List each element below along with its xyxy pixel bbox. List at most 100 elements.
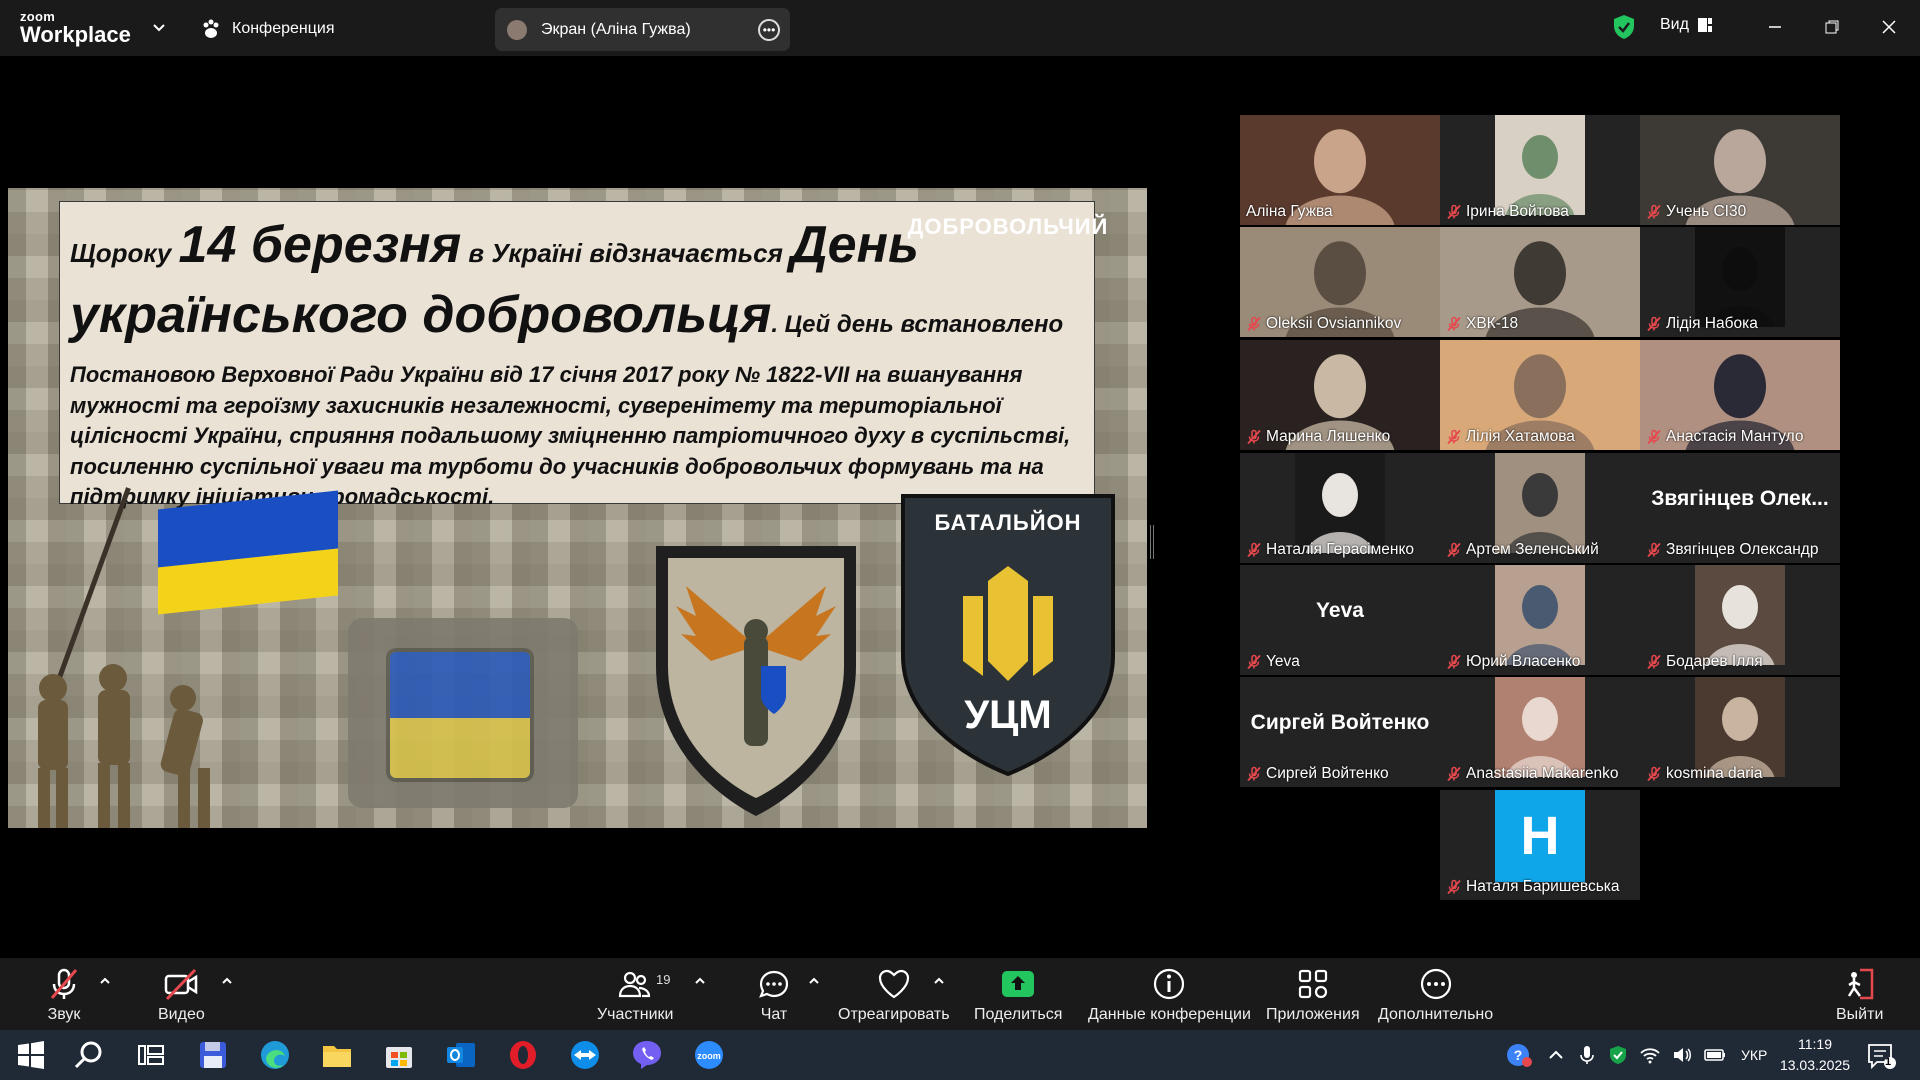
participant-name: Артем Зеленський [1466,541,1599,558]
participant-tile[interactable]: Oleksii Ovsiannikov [1240,227,1440,337]
chat-options-chevron-icon[interactable] [807,974,821,988]
participant-name: Марина Ляшенко [1266,428,1391,445]
video-button[interactable]: Видео [158,966,205,1024]
chat-button[interactable]: Чат [756,966,792,1024]
leave-button[interactable]: Выйти [1836,966,1883,1024]
video-options-chevron-icon[interactable] [220,974,234,988]
audio-button[interactable]: Звук [46,966,82,1024]
participant-tile[interactable]: Марина Ляшенко [1240,340,1440,450]
clock-time: 11:19 [1798,1036,1832,1052]
meeting-menu-button[interactable]: Конференция [200,14,335,44]
mic-muted-icon [1647,542,1661,558]
patch-text-1: ДОБРОВОЛЬЧИЙ [907,214,1109,239]
participant-tile[interactable]: Н Наталя Баришевська [1440,790,1640,900]
participant-name-label: Наталя Баришевська [1446,878,1620,896]
participant-tile[interactable]: ХВК-18 [1440,227,1640,337]
participant-tile[interactable]: Anastasiia Makarenko [1440,677,1640,787]
battery-icon[interactable] [1703,1044,1727,1066]
participant-tile[interactable]: Наталія Герасіменко [1240,453,1440,563]
video-thumbnail [1695,677,1785,777]
teamviewer-icon[interactable] [568,1038,602,1072]
help-icon[interactable]: ? [1505,1041,1533,1069]
paw-icon [203,19,219,38]
mic-muted-icon [1247,429,1261,445]
participant-name: kosmina daria [1666,765,1763,782]
title-bar: zoom Workplace Конференция Экран (Аліна … [0,0,1920,56]
participant-tile[interactable]: Артем Зеленський [1440,453,1640,563]
audio-options-chevron-icon[interactable] [98,974,112,988]
participant-name-label: Oleksii Ovsiannikov [1246,315,1401,333]
participants-options-chevron-icon[interactable] [693,974,707,988]
chevron-down-icon[interactable] [150,18,168,36]
opera-icon[interactable] [506,1038,540,1072]
screen-share-indicator[interactable]: Экран (Аліна Гужва) ••• [495,8,790,51]
more-button[interactable]: Дополнительно [1378,966,1493,1024]
save-app-icon[interactable] [196,1038,230,1072]
share-button[interactable]: Поделиться [974,966,1062,1024]
notifications-icon[interactable] [1866,1042,1896,1070]
participant-name-label: kosmina daria [1646,765,1763,783]
edge-browser-icon[interactable] [258,1038,292,1072]
task-view-icon[interactable] [134,1038,168,1072]
participant-name: Лілія Хатамова [1466,428,1575,445]
video-thumbnail [1695,227,1785,327]
view-button[interactable]: Вид [1660,16,1713,34]
apps-button[interactable]: Приложения [1266,966,1360,1024]
video-thumbnail [1495,453,1585,553]
soldiers-silhouette [38,664,210,828]
close-icon [1882,20,1896,34]
minimize-button[interactable] [1760,12,1790,42]
mic-muted-icon [1447,542,1461,558]
participant-tile[interactable]: Юрий Власенко [1440,565,1640,675]
react-options-chevron-icon[interactable] [932,974,946,988]
participant-tile[interactable]: Лілія Хатамова [1440,340,1640,450]
participant-name: Лідія Набока [1666,315,1758,332]
participant-display-name: Сиргей Войтенко [1250,711,1430,734]
participant-name: Звягінцев Олександр [1666,541,1819,558]
avatar [507,19,527,40]
meeting-info-button[interactable]: Данные конференции [1088,966,1251,1024]
participants-icon [619,971,651,998]
participant-name-label: Anastasiia Makarenko [1446,765,1619,783]
resize-handle[interactable] [1150,525,1154,559]
close-button[interactable] [1874,12,1904,42]
share-screen-icon [1002,971,1035,997]
encryption-shield-icon[interactable] [1612,14,1636,40]
viber-icon[interactable] [630,1038,664,1072]
participant-gallery: Аліна Гужва Ірина Войтова Учень СІ30 Oleksi… [1240,115,1840,905]
microphone-icon[interactable] [1577,1044,1597,1066]
mic-muted-icon [1247,766,1261,782]
participant-tile[interactable]: Ірина Войтова [1440,115,1640,225]
participant-tile[interactable]: Аліна Гужва [1240,115,1440,225]
store-icon[interactable] [382,1038,416,1072]
video-thumbnail [1295,453,1385,553]
notification-count: 1 [1885,1056,1892,1068]
windows-start-icon[interactable] [14,1038,48,1072]
restore-button[interactable] [1817,12,1847,42]
keyboard-language[interactable]: УКР [1741,1047,1767,1063]
wifi-icon[interactable] [1639,1044,1661,1066]
participant-tile[interactable]: kosmina daria [1640,677,1840,787]
apps-icon [1298,969,1327,999]
avatar: Н [1495,790,1585,882]
chevron-up-icon[interactable] [1545,1044,1567,1066]
participant-name: ХВК-18 [1466,315,1519,332]
zoom-app-icon[interactable]: zoom [692,1038,726,1072]
participant-tile[interactable]: Анастасія Мантуло [1640,340,1840,450]
clock[interactable]: 11:19 13.03.2025 [1775,1034,1855,1076]
search-icon[interactable] [72,1038,106,1072]
security-shield-icon[interactable] [1607,1044,1629,1066]
participant-tile[interactable]: Yeva Yeva [1240,565,1440,675]
participant-tile[interactable]: Лідія Набока [1640,227,1840,337]
participant-tile[interactable]: Учень СІ30 [1640,115,1840,225]
restore-icon [1825,20,1839,34]
file-explorer-icon[interactable] [320,1038,354,1072]
participant-display-name: Yeva [1316,599,1364,622]
volume-icon[interactable] [1671,1044,1693,1066]
participant-tile[interactable]: Бодарев Ілля [1640,565,1840,675]
more-icon[interactable]: ••• [758,19,780,41]
participant-name-label: Артем Зеленський [1446,541,1599,559]
participant-tile[interactable]: Звягінцев Олек... Звягінцев Олександр [1640,453,1840,563]
outlook-icon[interactable] [444,1038,478,1072]
participant-tile[interactable]: Сиргей Войтенко Сиргей Войтенко [1240,677,1440,787]
